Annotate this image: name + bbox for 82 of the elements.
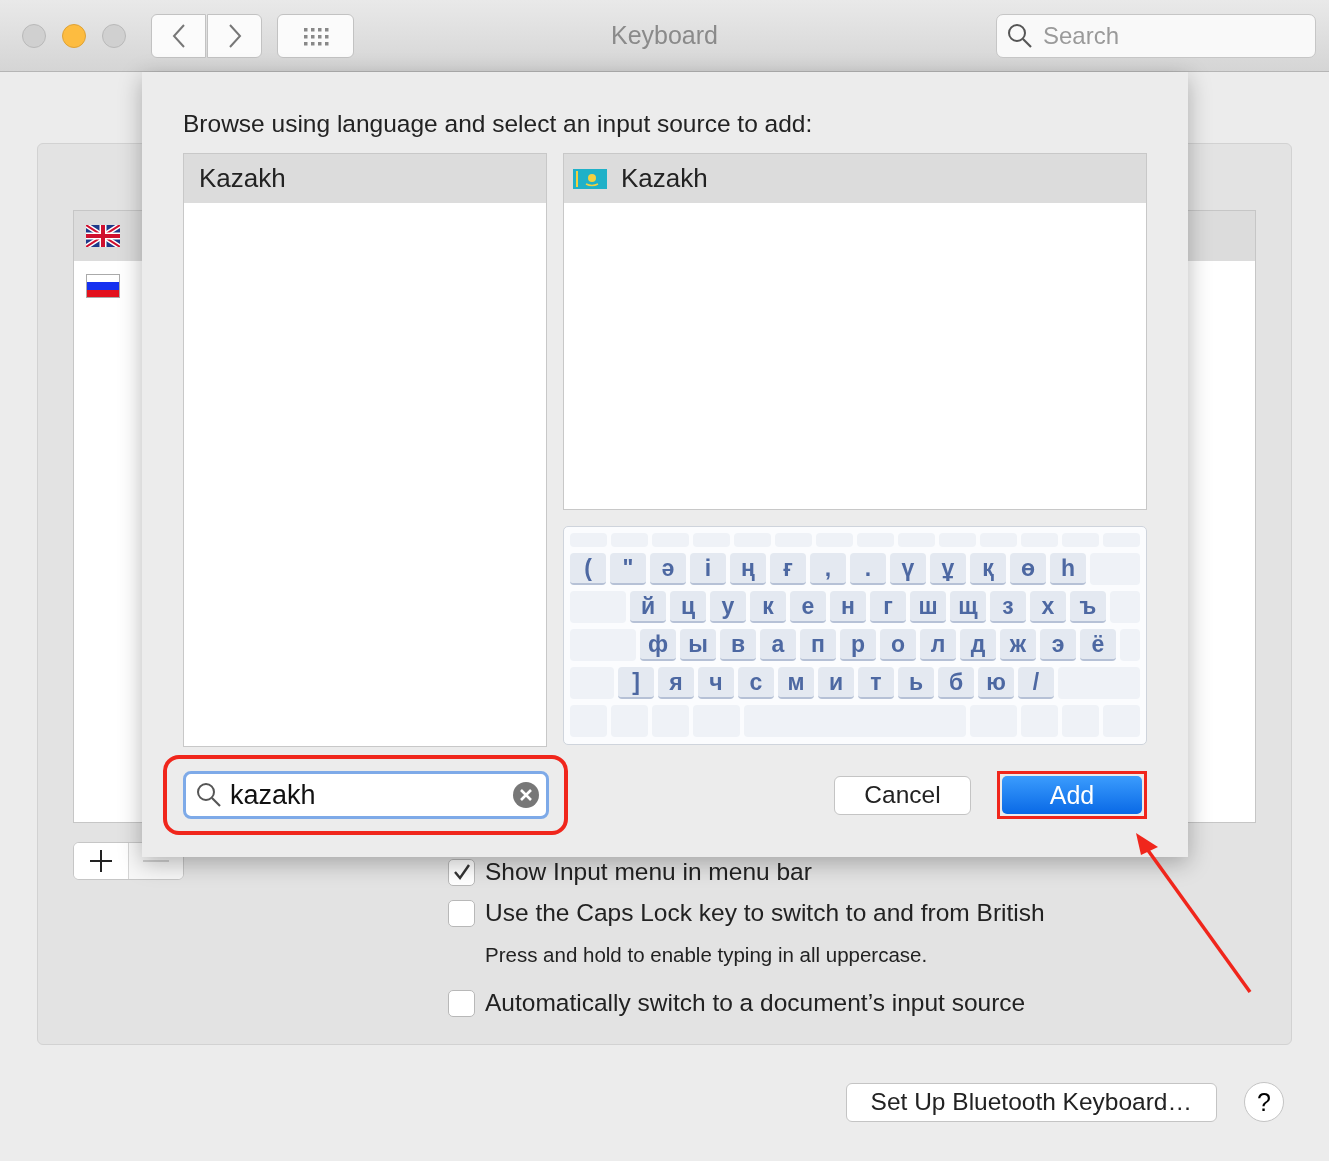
keyboard-key: д bbox=[960, 629, 996, 661]
keyboard-key: ъ bbox=[1070, 591, 1106, 623]
help-button[interactable]: ? bbox=[1244, 1082, 1284, 1122]
keyboard-key: ә bbox=[650, 553, 686, 585]
keyboard-key: ы bbox=[680, 629, 716, 661]
keyboard-key: л bbox=[920, 629, 956, 661]
keyboard-key: ( bbox=[570, 553, 606, 585]
keyboard-key: і bbox=[690, 553, 726, 585]
keyboard-key: . bbox=[850, 553, 886, 585]
chevron-left-icon bbox=[171, 22, 186, 49]
keyboard-key: ] bbox=[618, 667, 654, 699]
bluetooth-keyboard-button[interactable]: Set Up Bluetooth Keyboard… bbox=[845, 1082, 1217, 1122]
keyboard-key: ң bbox=[730, 553, 766, 585]
keyboard-key: щ bbox=[950, 591, 986, 623]
sheet-prompt: Browse using language and select an input source to add: bbox=[183, 109, 814, 139]
minimize-button[interactable] bbox=[62, 23, 86, 48]
chevron-right-icon bbox=[227, 22, 242, 49]
checkbox-label: Use the Caps Lock key to switch to and from British bbox=[485, 897, 1045, 928]
keyboard-key: е bbox=[790, 591, 826, 623]
keyboard-key: ц bbox=[670, 591, 706, 623]
keyboard-key: о bbox=[880, 629, 916, 661]
keyboard-key: з bbox=[990, 591, 1026, 623]
search-input[interactable]: Search bbox=[1041, 16, 1301, 55]
keyboard-key: ж bbox=[1000, 629, 1036, 661]
back-button[interactable] bbox=[151, 13, 206, 58]
show-all-button[interactable] bbox=[277, 13, 354, 58]
keyboard-key: ш bbox=[910, 591, 946, 623]
keyboard-key: у bbox=[710, 591, 746, 623]
keyboard-key: в bbox=[720, 629, 756, 661]
flag-icon bbox=[86, 225, 120, 247]
keyboard-key: қ bbox=[970, 553, 1006, 585]
plus-icon bbox=[90, 850, 112, 872]
checkbox-label: Show Input menu in menu bar bbox=[485, 856, 812, 887]
keyboard-key: и bbox=[818, 667, 854, 699]
flag-icon bbox=[86, 274, 120, 298]
add-button[interactable]: Add bbox=[1002, 776, 1142, 814]
keyboard-key: б bbox=[938, 667, 974, 699]
keyboard-key: ё bbox=[1080, 629, 1116, 661]
checkbox[interactable] bbox=[448, 990, 475, 1018]
keyboard-key: ь bbox=[898, 667, 934, 699]
hint-text: Press and hold to enable typing in all uppercase. bbox=[485, 942, 929, 968]
flag-icon bbox=[573, 168, 607, 189]
keyboard-key: с bbox=[738, 667, 774, 699]
input-source-row[interactable]: Kazakh bbox=[564, 154, 1146, 203]
keyboard-key: , bbox=[810, 553, 846, 585]
keyboard-key: ұ bbox=[930, 553, 966, 585]
window-title: Keyboard bbox=[611, 20, 718, 49]
checkbox[interactable] bbox=[448, 858, 475, 886]
close-button[interactable] bbox=[22, 23, 46, 48]
keyboard-key: ч bbox=[698, 667, 734, 699]
keyboard-key: р bbox=[840, 629, 876, 661]
keyboard-key: ғ bbox=[770, 553, 806, 585]
search-icon bbox=[1007, 22, 1033, 49]
checkbox[interactable] bbox=[448, 899, 475, 927]
zoom-button[interactable] bbox=[102, 23, 126, 48]
keyboard-key: ү bbox=[890, 553, 926, 585]
language-row[interactable]: Kazakh bbox=[184, 154, 546, 203]
keyboard-key: п bbox=[800, 629, 836, 661]
keyboard-key: я bbox=[658, 667, 694, 699]
language-search-field[interactable]: kazakh bbox=[183, 771, 549, 819]
keyboard-key: н bbox=[830, 591, 866, 623]
keyboard-key: ю bbox=[978, 667, 1014, 699]
forward-button[interactable] bbox=[207, 13, 262, 58]
keyboard-key: а bbox=[760, 629, 796, 661]
keyboard-key: г bbox=[870, 591, 906, 623]
checkmark-icon bbox=[452, 863, 471, 881]
keyboard-key: т bbox=[858, 667, 894, 699]
keyboard-key: м bbox=[778, 667, 814, 699]
cancel-button[interactable]: Cancel bbox=[834, 775, 971, 815]
keyboard-key: ф bbox=[640, 629, 676, 661]
keyboard-key: к bbox=[750, 591, 786, 623]
search-icon bbox=[196, 782, 222, 808]
checkbox-label: Automatically switch to a document’s input source bbox=[485, 988, 1026, 1019]
clear-icon[interactable] bbox=[512, 781, 540, 809]
keyboard-key: / bbox=[1018, 667, 1054, 699]
keyboard-key: " bbox=[610, 553, 646, 585]
keyboard-key: э bbox=[1040, 629, 1076, 661]
keyboard-key: ө bbox=[1010, 553, 1046, 585]
keyboard-key: һ bbox=[1050, 553, 1086, 585]
search-field[interactable]: Search bbox=[996, 13, 1316, 58]
keyboard-key: х bbox=[1030, 591, 1066, 623]
keyboard-key: й bbox=[630, 591, 666, 623]
